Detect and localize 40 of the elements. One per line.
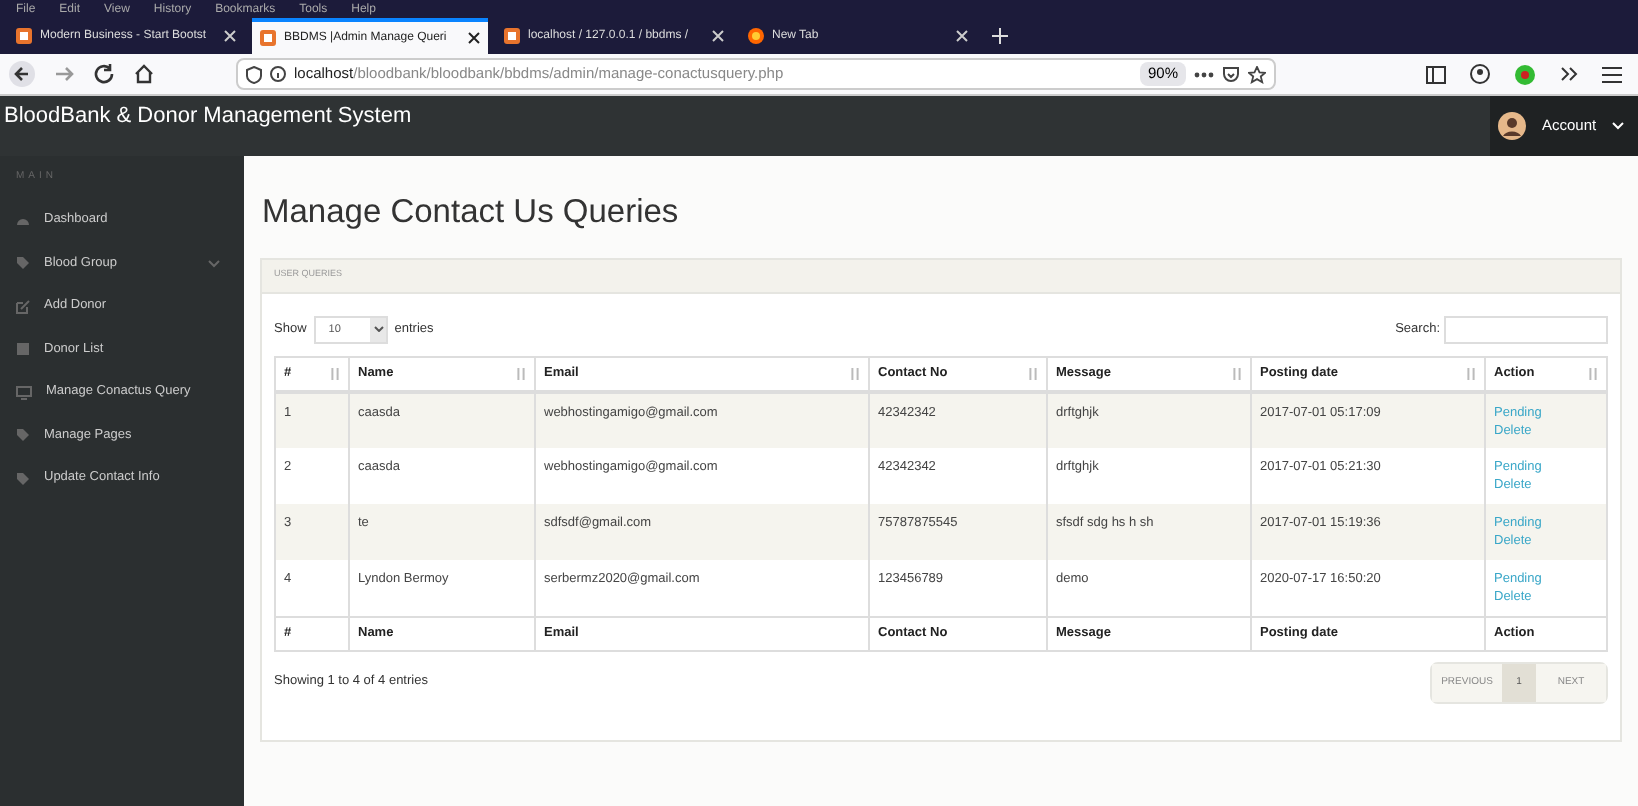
pocket-icon[interactable] bbox=[1222, 65, 1240, 83]
shield-icon bbox=[246, 65, 262, 83]
dashboard-icon bbox=[16, 214, 30, 227]
close-icon[interactable] bbox=[468, 32, 480, 44]
tag-icon bbox=[16, 471, 30, 486]
caret-icon bbox=[1612, 122, 1625, 130]
site-icon bbox=[260, 30, 276, 46]
new-tab-icon[interactable] bbox=[992, 28, 1008, 44]
sort-icon bbox=[330, 368, 340, 380]
back-icon[interactable] bbox=[8, 60, 36, 88]
search-field[interactable] bbox=[1444, 315, 1608, 344]
info-icon bbox=[270, 66, 286, 82]
edit-icon bbox=[16, 299, 30, 314]
avatar-icon bbox=[1498, 112, 1526, 140]
forward-icon[interactable] bbox=[52, 62, 76, 86]
list-icon bbox=[16, 342, 30, 357]
sort-icon bbox=[850, 368, 860, 380]
star-icon[interactable] bbox=[1248, 65, 1266, 83]
sort-icon bbox=[1466, 368, 1476, 380]
app-title: BloodBank & Donor Management System bbox=[2, 102, 412, 132]
menu-icon[interactable] bbox=[1602, 65, 1622, 83]
site-icon bbox=[16, 28, 32, 44]
caret-icon bbox=[373, 326, 384, 333]
monitor-icon bbox=[16, 385, 32, 400]
reload-icon[interactable] bbox=[92, 62, 116, 86]
page-title: Manage Contact Us Queries bbox=[262, 192, 681, 234]
sort-icon bbox=[516, 368, 526, 380]
globe-icon bbox=[748, 28, 764, 44]
sort-icon bbox=[1232, 368, 1242, 380]
site-icon bbox=[504, 28, 520, 44]
extension-icon[interactable] bbox=[1514, 63, 1536, 85]
tag-icon bbox=[16, 428, 30, 443]
sort-icon bbox=[1588, 368, 1598, 380]
tag-icon bbox=[16, 256, 30, 271]
user-circle-icon[interactable] bbox=[1470, 64, 1490, 84]
home-icon[interactable] bbox=[132, 62, 156, 86]
more-icon[interactable] bbox=[1194, 71, 1214, 77]
sort-icon bbox=[1028, 368, 1038, 380]
overflow-icon[interactable] bbox=[1560, 66, 1578, 82]
sidebar-icon[interactable] bbox=[1426, 65, 1446, 83]
